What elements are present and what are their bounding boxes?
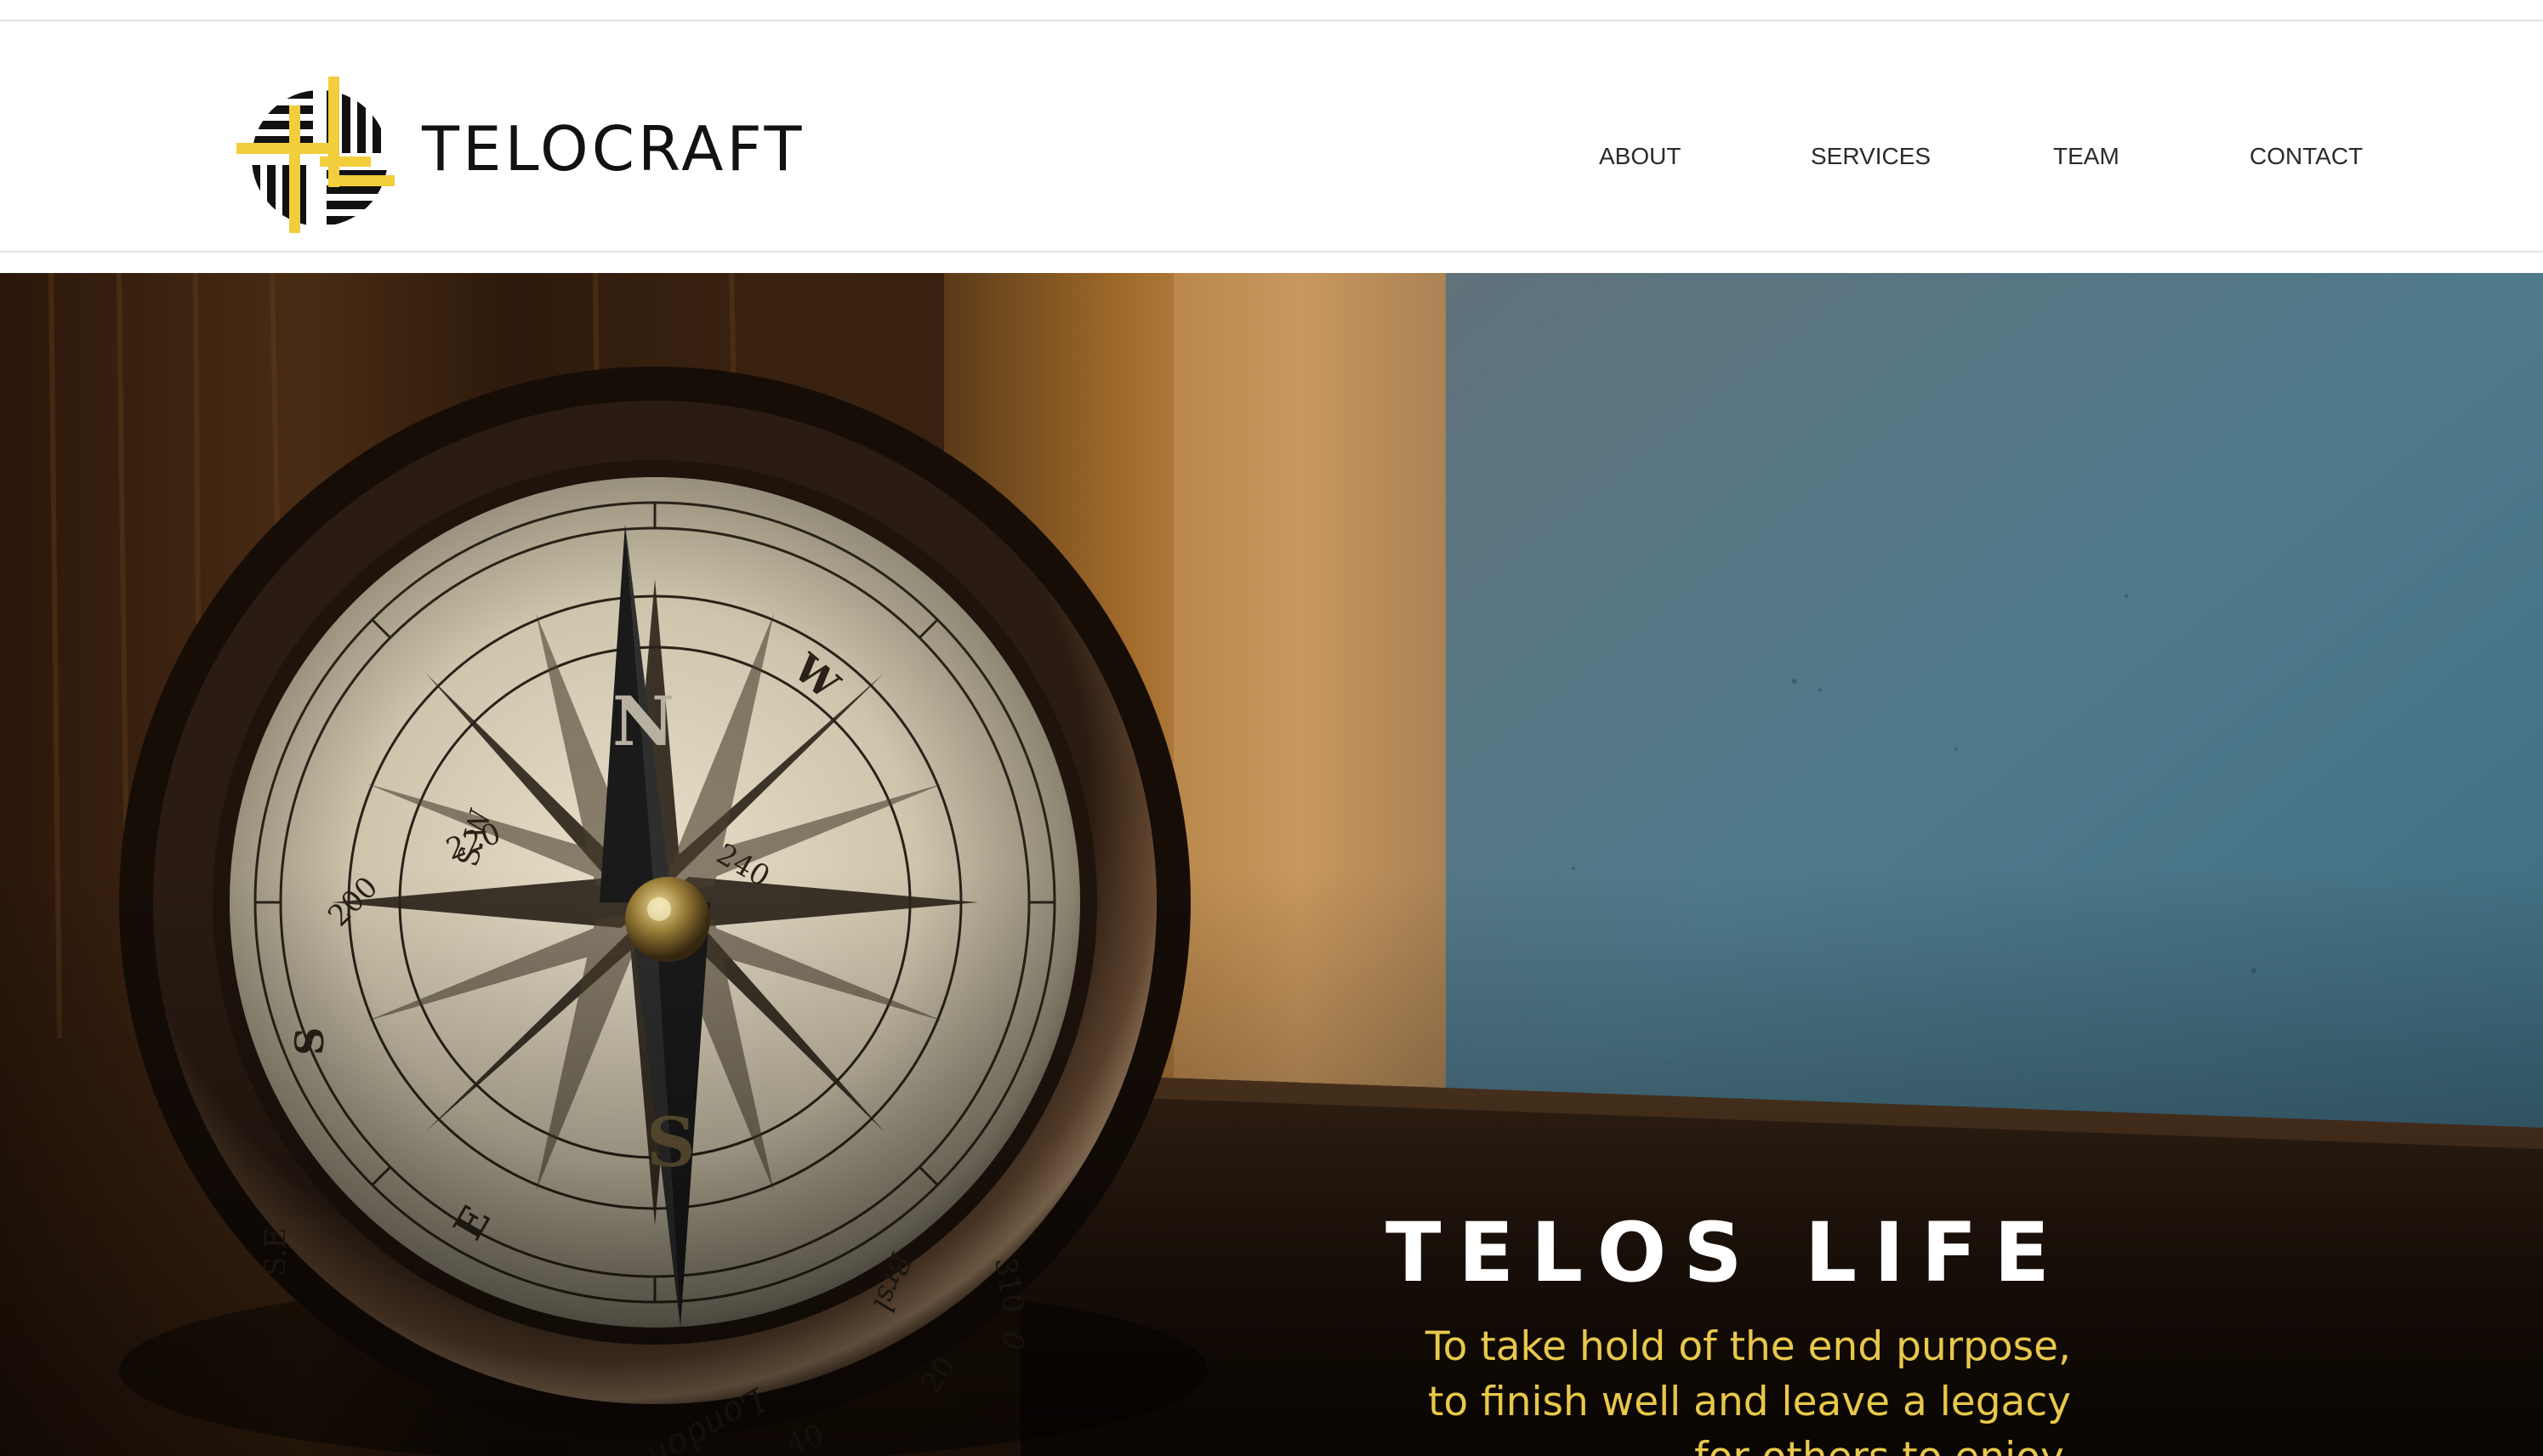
hero-tagline-line-3: for others to enjoy. [1220,1430,2071,1456]
nav-about[interactable]: ABOUT [1599,143,1681,170]
telocraft-logo-icon[interactable] [236,77,395,235]
nav-contact[interactable]: CONTACT [2250,143,2363,170]
nav-team[interactable]: TEAM [2053,143,2119,170]
brand-name[interactable]: TELOCRAFT [422,118,805,179]
hero-tagline-line-1: To take hold of the end purpose, [1425,1323,2071,1370]
hero-title: TELOS LIFE [1385,1205,2067,1301]
hero-tagline: To take hold of the end purpose, to fini… [1220,1319,2071,1456]
compass-letter-n: N [612,681,674,761]
hero-section: N S S E W S.W S.E 220 200 240 310 20 40 … [0,273,2543,1456]
hero-tagline-line-2: to finish well and leave a legacy [1427,1379,2071,1425]
site-header: TELOCRAFT ABOUT SERVICES TEAM CONTACT [0,21,2543,251]
header-divider [0,251,2543,253]
page: TELOCRAFT ABOUT SERVICES TEAM CONTACT N … [0,0,2543,1456]
compass-on-windowsill-photo: N S S E W S.W S.E 220 200 240 310 20 40 … [0,273,2543,1456]
nav-services[interactable]: SERVICES [1811,143,1931,170]
